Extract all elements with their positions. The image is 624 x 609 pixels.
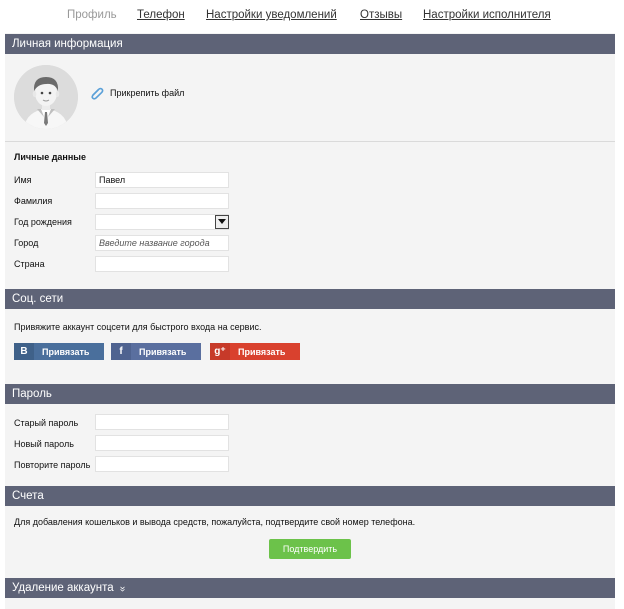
personal-data-heading: Личные данные	[14, 152, 86, 162]
last-name-field[interactable]	[95, 193, 229, 209]
first-name-label: Имя	[14, 175, 32, 185]
link-vk-label: Привязать	[42, 346, 90, 357]
city-field[interactable]: Введите название города	[95, 235, 229, 251]
section-header-delete-account[interactable]: Удаление аккаунта »	[5, 578, 615, 598]
birth-year-label: Год рождения	[14, 217, 72, 227]
tab-executor-settings[interactable]: Настройки исполнителя	[423, 9, 551, 21]
profile-page: Профиль Телефон Настройки уведомлений От…	[5, 0, 615, 609]
first-name-field[interactable]: Павел	[95, 172, 229, 188]
social-note: Привяжите аккаунт соцсети для быстрого в…	[14, 322, 262, 332]
tab-profile[interactable]: Профиль	[67, 9, 117, 21]
triangle-down-icon	[218, 219, 226, 224]
link-facebook-label: Привязать	[139, 346, 187, 357]
divider	[5, 141, 615, 142]
old-password-field[interactable]	[95, 414, 229, 430]
birth-year-dropdown-button[interactable]	[215, 215, 229, 229]
section-header-password: Пароль	[5, 384, 615, 404]
google-plus-icon: g⁺	[210, 343, 230, 360]
link-facebook-button[interactable]: f Привязать	[111, 343, 201, 360]
link-google-label: Привязать	[238, 346, 286, 357]
chevron-double-down-icon: »	[116, 586, 128, 592]
accounts-note: Для добавления кошельков и вывода средст…	[14, 517, 416, 527]
section-header-accounts: Счета	[5, 486, 615, 506]
country-field[interactable]	[95, 256, 229, 272]
section-header-personal: Личная информация	[5, 34, 615, 54]
facebook-icon: f	[111, 343, 131, 360]
avatar-placeholder-icon	[14, 65, 78, 129]
last-name-label: Фамилия	[14, 196, 53, 206]
repeat-password-field[interactable]	[95, 456, 229, 472]
birth-year-select[interactable]	[95, 214, 229, 230]
attach-file-label: Прикрепить файл	[110, 88, 185, 98]
link-google-button[interactable]: g⁺ Привязать	[210, 343, 300, 360]
link-vk-button[interactable]: В Привязать	[14, 343, 104, 360]
confirm-phone-button[interactable]: Подтвердить	[269, 539, 351, 559]
new-password-label: Новый пароль	[14, 439, 74, 449]
tab-notification-settings[interactable]: Настройки уведомлений	[206, 9, 337, 21]
section-header-social: Соц. сети	[5, 289, 615, 309]
tab-phone[interactable]: Телефон	[137, 9, 185, 21]
profile-tabs: Профиль Телефон Настройки уведомлений От…	[5, 0, 615, 33]
delete-account-label: Удаление аккаунта	[12, 582, 114, 594]
avatar[interactable]	[14, 65, 78, 129]
new-password-field[interactable]	[95, 435, 229, 451]
attach-file-button[interactable]: Прикрепить файл	[90, 86, 184, 100]
old-password-label: Старый пароль	[14, 418, 79, 428]
repeat-password-label: Повторите пароль	[14, 460, 91, 470]
paperclip-icon	[91, 87, 104, 100]
tab-reviews[interactable]: Отзывы	[360, 9, 402, 21]
country-label: Страна	[14, 259, 45, 269]
vk-icon: В	[14, 343, 34, 360]
city-label: Город	[14, 238, 39, 248]
